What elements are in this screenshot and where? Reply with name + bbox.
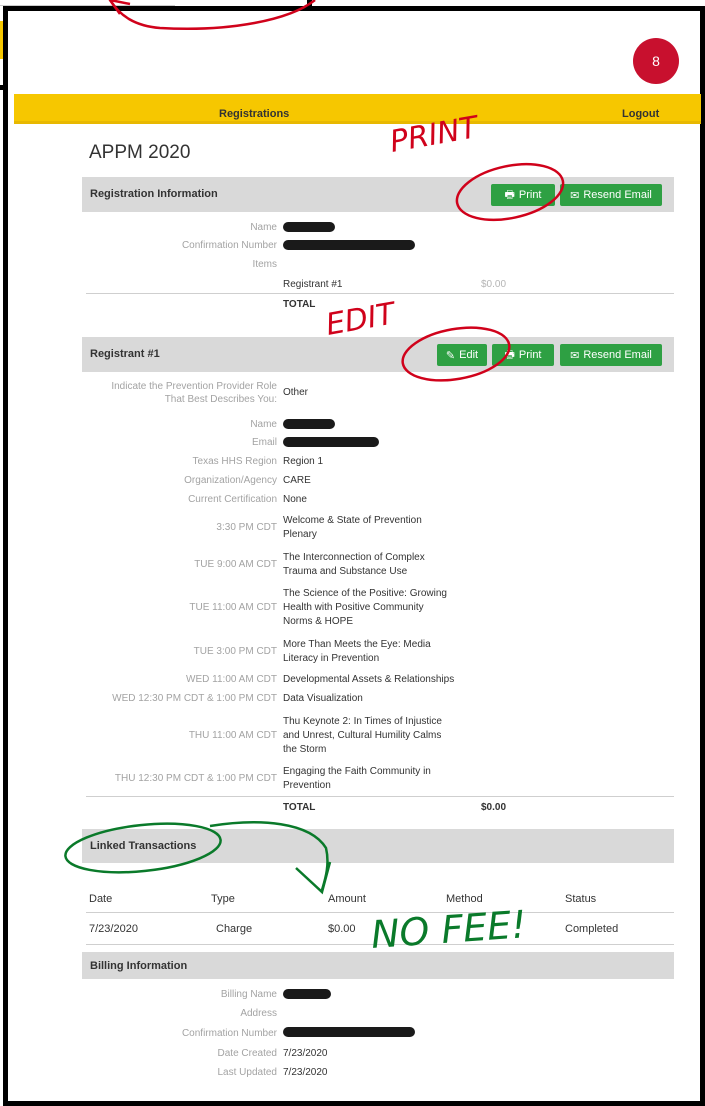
green-arrowhead	[295, 861, 332, 895]
print-annotation: PRINT	[387, 110, 483, 160]
red-circle-print	[455, 162, 565, 222]
green-circle-linked	[64, 822, 222, 874]
red-circle-edit	[401, 326, 511, 382]
handwritten-annotations: PRINT EDIT NO FEE!	[64, 0, 565, 957]
red-arrowhead	[108, 0, 131, 15]
edit-annotation: EDIT	[323, 296, 400, 343]
no-fee-annotation: NO FEE!	[370, 902, 528, 957]
red-arc-mark	[108, 0, 316, 30]
